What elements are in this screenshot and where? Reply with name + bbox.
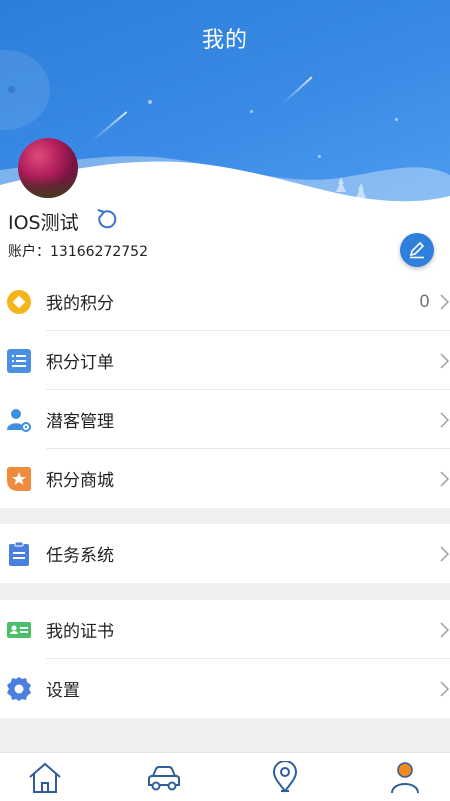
menu-item-label: 我的积分	[46, 294, 114, 314]
home-icon	[29, 762, 61, 793]
pencil-icon	[409, 241, 425, 259]
task-clipboard-icon	[6, 541, 32, 567]
customer-manage-icon	[6, 407, 32, 433]
menu-group-misc: 我的证书 设置	[0, 600, 450, 718]
chevron-right-icon	[440, 412, 449, 428]
chevron-right-icon	[440, 681, 449, 697]
order-list-icon	[6, 348, 32, 374]
menu-item-label: 积分商城	[46, 471, 114, 491]
menu-item-points-order[interactable]: 积分订单	[0, 331, 450, 390]
account-label: 账户：	[8, 244, 50, 260]
menu-item-my-certificate[interactable]: 我的证书	[0, 600, 450, 659]
points-value: 0	[419, 291, 430, 312]
chevron-right-icon	[440, 471, 449, 487]
car-icon	[148, 766, 180, 791]
tab-home[interactable]	[27, 761, 63, 795]
points-diamond-icon	[6, 289, 32, 315]
menu-item-customer-management[interactable]: 潜客管理	[0, 390, 450, 449]
menu-group-points: 我的积分 0 积分订单 潜客管理 积分商城	[0, 272, 450, 508]
chevron-right-icon	[440, 546, 449, 562]
location-pin-icon	[272, 760, 298, 793]
menu-item-task-system[interactable]: 任务系统	[0, 524, 450, 583]
avatar[interactable]	[18, 138, 78, 198]
menu-item-label: 潜客管理	[46, 412, 114, 432]
menu-item-label: 我的证书	[46, 622, 114, 642]
mall-star-icon	[6, 466, 32, 492]
menu-item-my-points[interactable]: 我的积分 0	[0, 272, 450, 331]
tab-mine[interactable]	[387, 761, 423, 795]
account-number: 13166272752	[50, 244, 148, 260]
chevron-right-icon	[440, 622, 449, 638]
tab-location[interactable]	[267, 760, 303, 795]
menu-item-settings[interactable]: 设置	[0, 659, 450, 718]
bottom-tab-bar	[0, 752, 450, 801]
account-info: 账户：13166272752	[8, 241, 148, 261]
chevron-right-icon	[440, 353, 449, 369]
menu-item-label: 积分订单	[46, 353, 114, 373]
menu-item-label: 任务系统	[46, 546, 114, 566]
menu-item-points-mall[interactable]: 积分商城	[0, 449, 450, 508]
user-icon	[391, 762, 419, 794]
username: IOS测试	[8, 212, 79, 234]
settings-gear-icon	[6, 676, 32, 702]
edit-profile-button[interactable]	[400, 233, 434, 267]
chevron-right-icon	[440, 294, 449, 310]
tab-car[interactable]	[146, 761, 182, 795]
certificate-icon	[6, 617, 32, 643]
refresh-icon[interactable]	[95, 208, 117, 230]
menu-item-label: 设置	[46, 681, 80, 701]
menu-group-tasks: 任务系统	[0, 524, 450, 583]
